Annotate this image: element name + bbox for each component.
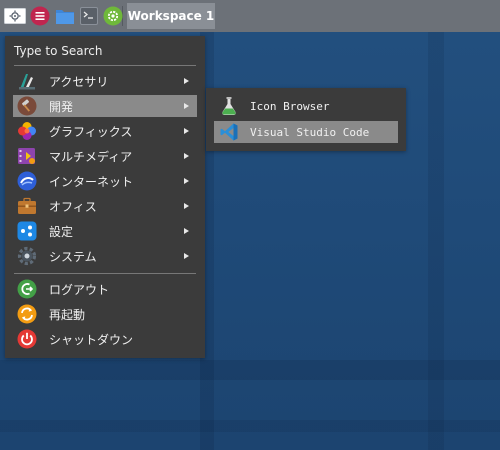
system-icon <box>16 245 38 267</box>
settings-icon <box>16 220 38 242</box>
menu-separator <box>14 65 196 66</box>
submenu-arrow-icon <box>184 128 189 134</box>
menu-item-graphics[interactable]: グラフィックス <box>13 120 197 142</box>
terminal-button[interactable] <box>78 5 100 27</box>
workspace-switcher[interactable]: Workspace 1 <box>127 3 215 29</box>
menu-item-label: オフィス <box>49 199 97 214</box>
submenu-arrow-icon <box>184 103 189 109</box>
main-menu-button[interactable] <box>29 5 51 27</box>
menu-item-system[interactable]: システム <box>13 245 197 267</box>
submenu-item-label: Visual Studio Code <box>250 125 370 139</box>
submenu-arrow-icon <box>184 228 189 234</box>
menu-item-settings[interactable]: 設定 <box>13 220 197 242</box>
settings-panel-icon <box>4 8 26 24</box>
vscode-icon <box>218 121 240 143</box>
submenu-arrow-icon <box>184 153 189 159</box>
folder-icon <box>56 10 74 24</box>
menu-item-multimedia[interactable]: マルチメディア <box>13 145 197 167</box>
flask-icon <box>218 95 240 117</box>
shutdown-icon <box>16 328 38 350</box>
menu-item-shutdown[interactable]: シャットダウン <box>13 328 197 350</box>
accessories-icon <box>16 70 38 92</box>
settings-button[interactable] <box>102 5 124 27</box>
graphics-icon <box>16 120 38 142</box>
submenu-arrow-icon <box>184 203 189 209</box>
terminal-icon <box>80 7 98 25</box>
file-manager-button[interactable] <box>54 5 76 27</box>
development-icon <box>16 95 38 117</box>
restart-icon <box>16 303 38 325</box>
menu-item-internet[interactable]: インターネット <box>13 170 197 192</box>
office-icon <box>16 195 38 217</box>
menu-item-label: アクセサリ <box>49 74 109 89</box>
menu-item-restart[interactable]: 再起動 <box>13 303 197 325</box>
menu-separator <box>14 273 196 274</box>
menu-item-logout[interactable]: ログアウト <box>13 278 197 300</box>
menu-item-label: システム <box>49 249 97 264</box>
menu-item-label: ログアウト <box>49 282 110 297</box>
application-menu: Type to Search アクセサリ 開発 グラフィックス マルチメディア … <box>5 36 205 358</box>
menu-item-label: シャットダウン <box>49 332 134 347</box>
search-field[interactable]: Type to Search <box>14 44 102 58</box>
menu-item-development[interactable]: 開発 <box>13 95 197 117</box>
taskbar: Workspace 1 <box>0 0 500 32</box>
menu-item-label: 設定 <box>49 224 74 239</box>
menu-item-label: 再起動 <box>49 307 86 322</box>
development-submenu: Icon Browser Visual Studio Code <box>206 88 406 151</box>
submenu-item-icon-browser[interactable]: Icon Browser <box>214 95 398 117</box>
submenu-arrow-icon <box>184 178 189 184</box>
menu-item-office[interactable]: オフィス <box>13 195 197 217</box>
submenu-item-vscode[interactable]: Visual Studio Code <box>214 121 398 143</box>
submenu-arrow-icon <box>184 253 189 259</box>
submenu-item-label: Icon Browser <box>250 99 330 113</box>
app-menu-button[interactable] <box>4 5 26 27</box>
hamburger-menu-icon <box>30 6 50 26</box>
menu-item-label: マルチメディア <box>49 149 133 164</box>
logout-icon <box>16 278 38 300</box>
submenu-arrow-icon <box>184 78 189 84</box>
gear-icon <box>103 6 123 26</box>
menu-item-label: インターネット <box>49 174 134 189</box>
internet-icon <box>16 170 38 192</box>
menu-item-label: 開発 <box>49 99 74 114</box>
menu-item-accessories[interactable]: アクセサリ <box>13 70 197 92</box>
multimedia-icon <box>16 145 38 167</box>
menu-item-label: グラフィックス <box>49 124 133 139</box>
